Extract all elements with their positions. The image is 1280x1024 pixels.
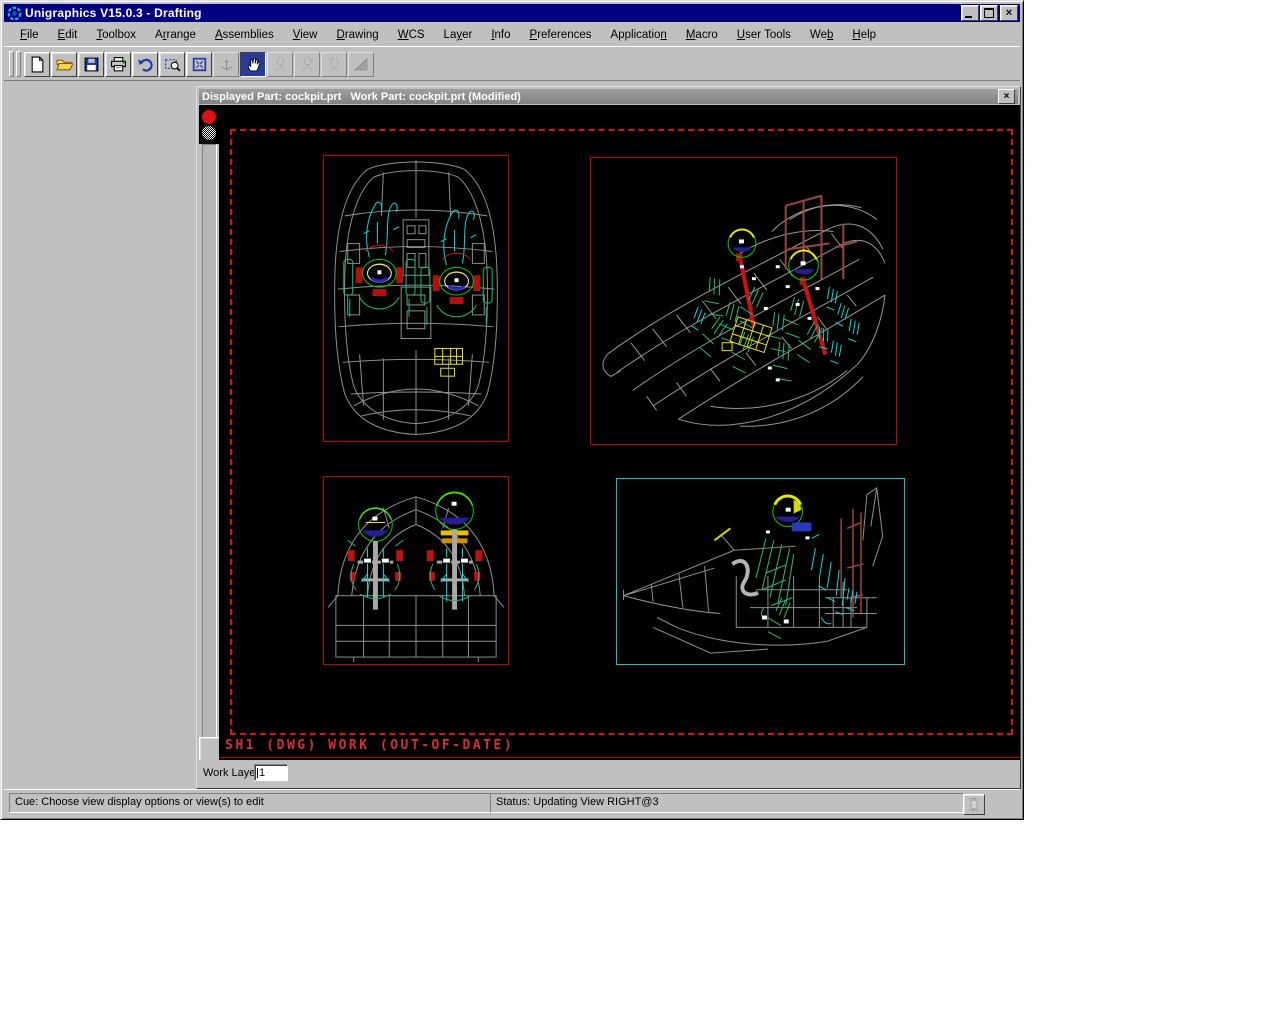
status-panel: Status: Updating View RIGHT@3 [490,793,964,813]
floppy-disk-icon [83,56,100,73]
menu-item-application[interactable]: Application [603,26,675,44]
menu-item-wcs[interactable]: WCS [390,26,433,44]
print-button[interactable] [105,52,131,77]
menu-item-toolbox[interactable]: Toolbox [88,26,144,44]
interrupt-strip [199,105,219,760]
menu-item-preferences[interactable]: Preferences [522,26,600,44]
minimize-icon [965,16,972,18]
front-view-wireframe [324,477,508,664]
axes-icon [218,56,235,73]
minimize-button[interactable] [961,5,979,21]
close-button[interactable]: × [1000,5,1018,21]
menu-item-help[interactable]: Help [844,26,884,44]
view-isometric [590,157,897,445]
toolbar-gripper[interactable] [9,51,14,77]
status-scroll-button[interactable] [963,794,985,815]
menu-item-file[interactable]: File [12,26,47,44]
desktop: { "window": { "title": "Unigraphics V15.… [0,0,1280,1024]
document-close-button[interactable]: × [998,89,1015,104]
menu-item-drawing[interactable]: Drawing [329,26,387,44]
fit-view-button[interactable] [186,52,212,77]
tool-11-button [294,52,320,77]
document-window: Displayed Part: cockpit.prt Work Part: c… [196,86,1021,789]
undo-arrow-icon [137,56,154,73]
printer-icon [110,56,127,73]
open-part-button[interactable] [51,52,77,77]
sheet-status-annotation: SH1 (DWG) WORK (OUT-OF-DATE) [225,738,514,753]
stoplight-icon [199,105,219,144]
work-layer-row: Work Layer 1 [199,760,1018,786]
isometric-view-wireframe [591,158,896,444]
tool-12-button [321,52,347,77]
fit-window-icon [191,56,208,73]
magnifier-rect-icon [164,56,181,73]
interrupt-stoplight-button[interactable] [199,105,220,144]
work-layer-label: Work Layer [203,767,259,779]
new-file-icon [29,56,46,73]
maximize-icon [984,8,994,18]
menu-item-view[interactable]: View [285,26,326,44]
graphics-area[interactable]: SH1 (DWG) WORK (OUT-OF-DATE) [219,105,1020,760]
tool-13-button [348,52,374,77]
tool-10-button [267,52,293,77]
menu-item-layer[interactable]: Layer [436,26,481,44]
menu-item-info[interactable]: Info [483,26,518,44]
hatch-triangle-icon [353,56,370,73]
open-folder-icon [56,56,73,73]
right-view-wireframe [617,479,904,664]
dotted-silhouette-icon [272,56,289,73]
menu-item-edit[interactable]: Edit [50,26,86,44]
dotted-silhouette-icon [299,56,316,73]
menu-item-arrange[interactable]: Arrange [147,26,204,44]
progress-track [202,144,217,739]
window-title: Unigraphics V15.0.3 - Drafting [25,6,960,20]
toolbar [4,46,1020,81]
view-front [323,476,509,665]
zoom-window-button[interactable] [159,52,185,77]
close-icon: × [1006,8,1012,18]
view-right [616,478,905,665]
cue-panel: Cue: Choose view display options or view… [9,793,493,813]
menu-bar: FileEditToolboxArrangeAssembliesViewDraw… [4,24,1020,46]
document-title-bar: Displayed Part: cockpit.prt Work Part: c… [199,89,1018,104]
new-part-button[interactable] [24,52,50,77]
top-view-wireframe [324,156,508,441]
scroll-history-icon [967,797,981,812]
toolbar-gripper[interactable] [16,51,21,77]
work-layer-value: 1 [259,767,265,779]
work-layer-input[interactable]: 1 [254,764,288,781]
undo-button[interactable] [132,52,158,77]
unigraphics-logo-icon [7,6,22,21]
menu-item-user-tools[interactable]: User Tools [729,26,799,44]
dotted-silhouette-icon [326,56,343,73]
progress-foot [199,737,220,762]
save-part-button[interactable] [78,52,104,77]
app-window: Unigraphics V15.0.3 - Drafting × FileEdi… [0,0,1024,820]
view-display-button[interactable] [240,52,266,77]
close-icon: × [1004,92,1010,102]
maximize-button[interactable] [980,5,998,21]
menu-item-macro[interactable]: Macro [678,26,726,44]
csys-tool-button [213,52,239,77]
view-top [323,155,509,442]
status-bar: Cue: Choose view display options or view… [4,789,1020,816]
menu-item-assemblies[interactable]: Assemblies [207,26,282,44]
sheet-bottom-line [219,757,1020,758]
title-bar: Unigraphics V15.0.3 - Drafting × [4,4,1020,22]
menu-item-web[interactable]: Web [802,26,841,44]
hand-icon [245,56,262,73]
document-title: Displayed Part: cockpit.prt Work Part: c… [202,91,998,103]
text-caret [257,768,258,778]
